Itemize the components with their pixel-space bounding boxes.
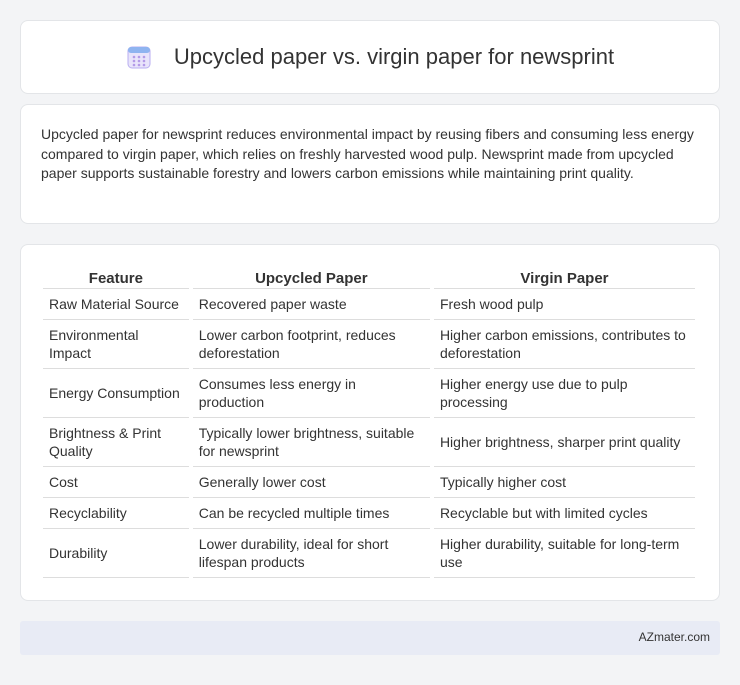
table-cell: Higher durability, suitable for long-ter… <box>433 529 695 578</box>
table-cell: Lower durability, ideal for short lifesp… <box>192 529 430 578</box>
intro-text: Upcycled paper for newsprint reduces env… <box>41 126 694 181</box>
column-header: Feature <box>43 263 189 289</box>
table-cell: Higher brightness, sharper print quality <box>433 418 695 467</box>
table-row: Energy Consumption Consumes less energy … <box>43 369 695 418</box>
title-card: Upcycled paper vs. virgin paper for news… <box>20 20 720 94</box>
table-cell: Brightness & Print Quality <box>43 418 189 467</box>
table-row: Brightness & Print Quality Typically low… <box>43 418 695 467</box>
table-cell: Typically higher cost <box>433 467 695 498</box>
table-row: Environmental Impact Lower carbon footpr… <box>43 320 695 369</box>
intro-card: Upcycled paper for newsprint reduces env… <box>20 104 720 224</box>
calendar-icon <box>126 44 152 70</box>
table-cell: Durability <box>43 529 189 578</box>
column-header: Upcycled Paper <box>192 263 430 289</box>
table-header-row: Feature Upcycled Paper Virgin Paper <box>43 263 695 289</box>
table-cell: Recyclability <box>43 498 189 529</box>
table-row: Durability Lower durability, ideal for s… <box>43 529 695 578</box>
table-cell: Consumes less energy in production <box>192 369 430 418</box>
table-cell: Generally lower cost <box>192 467 430 498</box>
page-title: Upcycled paper vs. virgin paper for news… <box>173 44 615 69</box>
table-cell: Recyclable but with limited cycles <box>433 498 695 529</box>
table-cell: Energy Consumption <box>43 369 189 418</box>
footer: AZmater.com <box>20 621 720 655</box>
table-row: Recyclability Can be recycled multiple t… <box>43 498 695 529</box>
footer-site-link[interactable]: AZmater.com <box>639 630 710 644</box>
column-header: Virgin Paper <box>433 263 695 289</box>
comparison-table-card: Feature Upcycled Paper Virgin Paper Raw … <box>20 244 720 601</box>
table-row: Raw Material Source Recovered paper wast… <box>43 289 695 320</box>
table-row: Cost Generally lower cost Typically high… <box>43 467 695 498</box>
table-cell: Cost <box>43 467 189 498</box>
table-cell: Fresh wood pulp <box>433 289 695 320</box>
table-cell: Raw Material Source <box>43 289 189 320</box>
comparison-table: Feature Upcycled Paper Virgin Paper Raw … <box>39 263 699 578</box>
table-cell: Higher carbon emissions, contributes to … <box>433 320 695 369</box>
table-cell: Can be recycled multiple times <box>192 498 430 529</box>
table-cell: Typically lower brightness, suitable for… <box>192 418 430 467</box>
table-cell: Recovered paper waste <box>192 289 430 320</box>
table-cell: Lower carbon footprint, reduces deforest… <box>192 320 430 369</box>
table-cell: Environmental Impact <box>43 320 189 369</box>
table-cell: Higher energy use due to pulp processing <box>433 369 695 418</box>
